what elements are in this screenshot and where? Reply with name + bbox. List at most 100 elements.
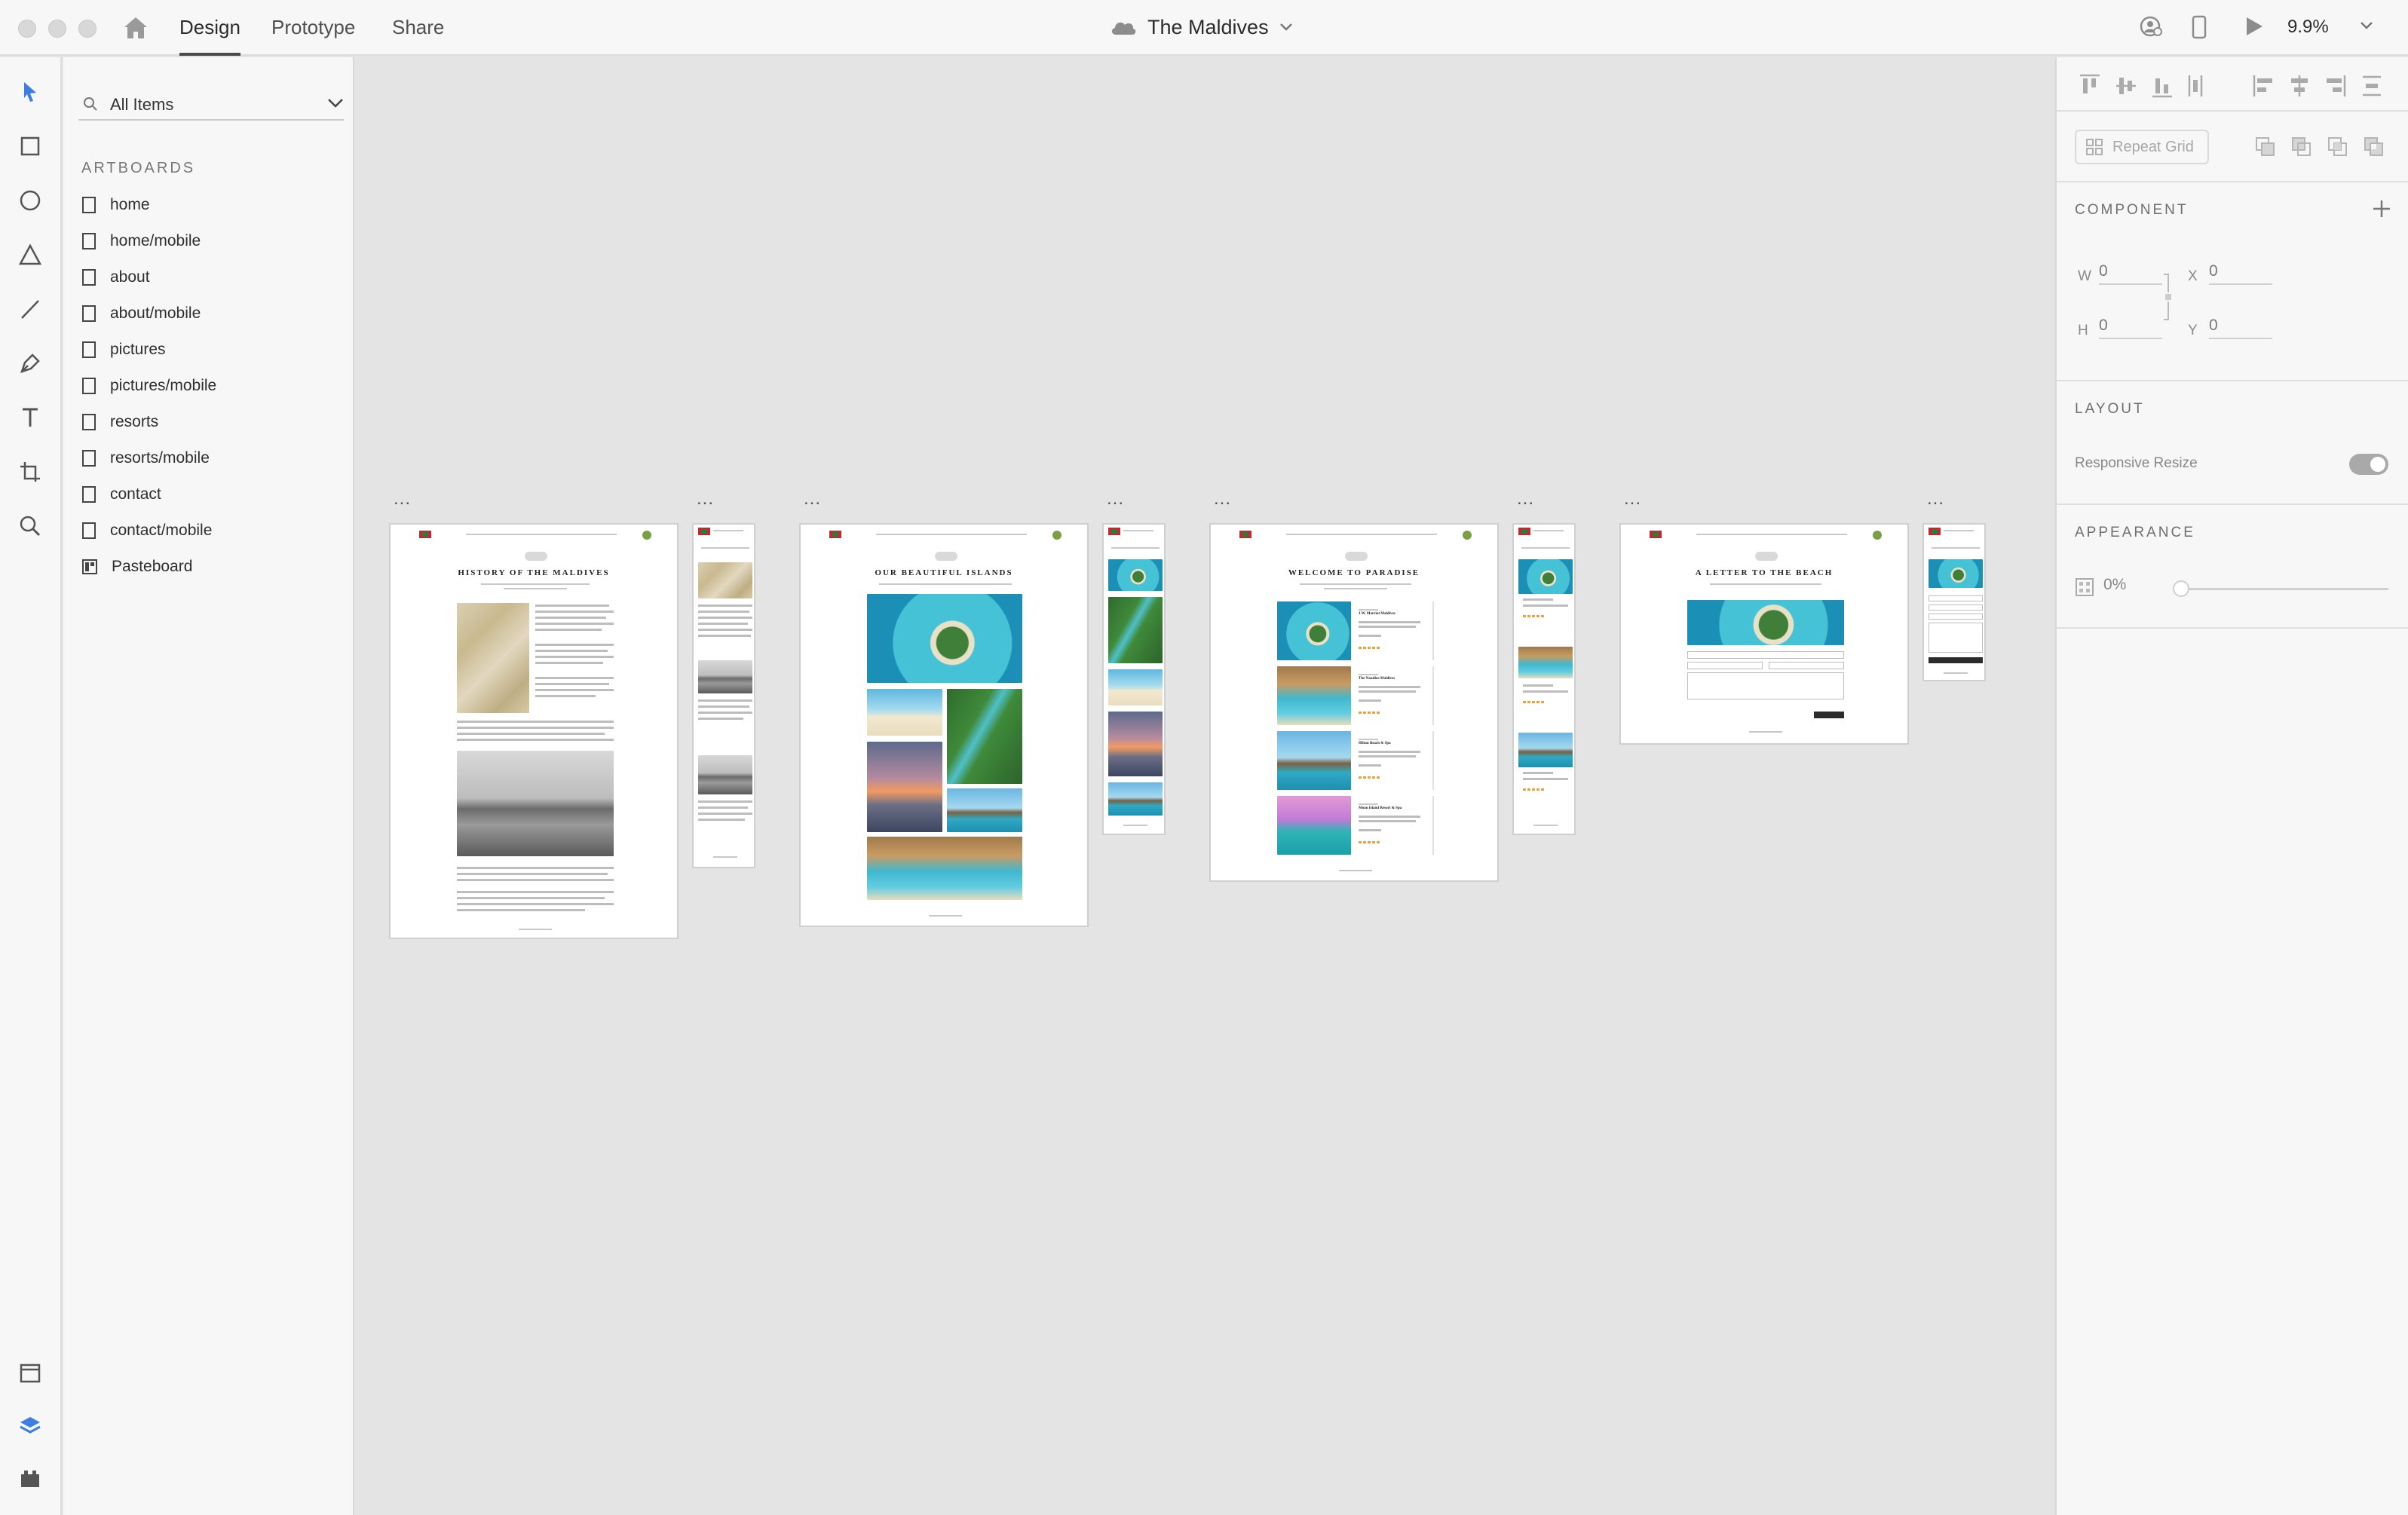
layer-item-home[interactable]: home — [81, 190, 150, 220]
artboard-icon — [82, 378, 96, 394]
width-input[interactable]: 0 — [2099, 262, 2162, 285]
window-minimize-button[interactable] — [48, 20, 66, 38]
layer-item-label: resorts — [110, 413, 159, 430]
opacity-input[interactable]: 0% — [2103, 576, 2156, 598]
add-component-icon[interactable] — [2370, 197, 2393, 220]
assets-icon[interactable] — [17, 1360, 44, 1387]
artboard-menu[interactable]: ... — [1927, 488, 1944, 510]
message-field[interactable] — [1929, 623, 1983, 653]
artboard-menu[interactable]: ... — [804, 488, 821, 510]
align-left-icon[interactable] — [2251, 71, 2275, 101]
height-input[interactable]: 0 — [2099, 317, 2162, 339]
artboard-menu[interactable]: ... — [1517, 488, 1534, 510]
flag-icon — [1518, 528, 1530, 535]
resort-card[interactable]: Moon Island Resort & Spa — [1277, 796, 1434, 855]
artboard-home-mobile[interactable] — [692, 523, 755, 868]
y-input[interactable]: 0 — [2209, 317, 2272, 339]
artboard-resorts-mobile[interactable] — [1512, 523, 1576, 835]
name-field[interactable] — [1929, 595, 1983, 601]
window-close-button[interactable] — [18, 20, 36, 38]
artboard-resorts[interactable]: WELCOME TO PARADISE J.W. Marriot Maldive… — [1209, 523, 1499, 882]
layer-item-pictures-mobile[interactable]: pictures/mobile — [81, 371, 216, 401]
home-icon[interactable] — [122, 15, 149, 41]
phone-field[interactable] — [1929, 614, 1983, 620]
artboard-icon — [82, 233, 96, 249]
artboard-menu[interactable]: ... — [1214, 488, 1231, 510]
device-preview-icon[interactable] — [2191, 15, 2207, 39]
layer-item-label: pictures — [110, 341, 166, 358]
zoom-icon[interactable] — [17, 513, 44, 540]
resort-card[interactable]: J.W. Marriot Maldives — [1277, 601, 1434, 660]
resort-card[interactable]: Hilton Beach & Spa — [1277, 731, 1434, 790]
artboard-pictures-mobile[interactable] — [1102, 523, 1166, 835]
rating-stars — [1359, 841, 1381, 843]
align-top-icon[interactable] — [2078, 71, 2102, 101]
layer-item-resorts[interactable]: resorts — [81, 407, 158, 437]
artboard-contact[interactable]: A LETTER TO THE BEACH — [1619, 523, 1909, 745]
message-field[interactable] — [1687, 672, 1844, 699]
send-button[interactable] — [1929, 657, 1983, 663]
align-bottom-icon[interactable] — [2150, 71, 2174, 101]
distribute-vertical-icon[interactable] — [2186, 71, 2204, 101]
layer-item-pictures[interactable]: pictures — [81, 335, 166, 365]
layer-item-contact[interactable]: contact — [81, 479, 161, 510]
document-title[interactable]: The Maldives — [1110, 14, 1293, 41]
polygon-icon[interactable] — [17, 241, 44, 268]
artboard-menu[interactable]: ... — [1107, 488, 1124, 510]
boolean-intersect-icon[interactable] — [2327, 136, 2349, 158]
boolean-subtract-icon[interactable] — [2290, 136, 2313, 158]
line-icon[interactable] — [17, 295, 44, 323]
align-center-icon[interactable] — [2287, 71, 2311, 101]
boolean-exclude-icon[interactable] — [2363, 136, 2385, 158]
artboard-menu[interactable]: ... — [394, 488, 411, 510]
text-icon[interactable] — [17, 404, 44, 431]
share-user-icon[interactable] — [2140, 15, 2162, 38]
opacity-slider-handle[interactable] — [2173, 580, 2189, 597]
layer-item-home-mobile[interactable]: home/mobile — [81, 226, 201, 256]
email-field[interactable] — [1929, 604, 1983, 611]
phone-field[interactable] — [1769, 662, 1844, 669]
zoom-level[interactable]: 9.9% — [2287, 17, 2329, 38]
ellipse-icon[interactable] — [17, 187, 44, 214]
distribute-horizontal-icon[interactable] — [2360, 71, 2384, 101]
resort-card[interactable]: The Nautilus Maldives — [1277, 666, 1434, 725]
email-field[interactable] — [1687, 662, 1763, 669]
lock-aspect-icon[interactable] — [2162, 273, 2171, 321]
design-canvas[interactable]: ... HISTORY OF THE MALDIVES ... ... OUR … — [356, 57, 2055, 1515]
align-right-icon[interactable] — [2324, 71, 2348, 101]
artboard-icon[interactable] — [17, 458, 44, 485]
tab-design[interactable]: Design — [179, 14, 240, 56]
tab-share[interactable]: Share — [392, 14, 444, 56]
select-icon[interactable] — [17, 78, 44, 106]
layer-item-contact-mobile[interactable]: contact/mobile — [81, 516, 212, 546]
align-middle-icon[interactable] — [2114, 71, 2138, 101]
responsive-resize-toggle[interactable] — [2349, 454, 2388, 475]
layer-item-resorts-mobile[interactable]: resorts/mobile — [81, 443, 210, 473]
layer-filter-dropdown[interactable]: All Items — [78, 86, 344, 121]
send-button[interactable] — [1814, 712, 1844, 718]
artboard-menu[interactable]: ... — [1624, 488, 1641, 510]
name-field[interactable] — [1687, 651, 1844, 659]
artboards-section-title: ARTBOARDS — [81, 160, 196, 176]
pen-icon[interactable] — [17, 350, 44, 377]
layers-icon[interactable] — [17, 1412, 44, 1440]
boolean-add-icon[interactable] — [2254, 136, 2277, 158]
artboard-contact-mobile[interactable] — [1922, 523, 1986, 681]
tab-prototype[interactable]: Prototype — [271, 14, 355, 56]
plugins-icon[interactable] — [17, 1465, 44, 1492]
x-input[interactable]: 0 — [2209, 262, 2272, 285]
artboard-pictures[interactable]: OUR BEAUTIFUL ISLANDS — [799, 523, 1089, 927]
rectangle-icon[interactable] — [17, 133, 44, 160]
layer-item-label: resorts/mobile — [110, 449, 210, 467]
opacity-slider-track[interactable] — [2179, 588, 2388, 590]
window-zoom-button[interactable] — [78, 20, 97, 38]
chevron-down-icon[interactable] — [2360, 21, 2373, 30]
layer-item-about-mobile[interactable]: about/mobile — [81, 298, 201, 329]
layer-item-pasteboard[interactable]: Pasteboard — [81, 552, 192, 582]
repeat-grid-button[interactable]: Repeat Grid — [2075, 130, 2209, 164]
artboard-menu[interactable]: ... — [697, 488, 714, 510]
island-river-image — [1108, 597, 1163, 663]
play-icon[interactable] — [2244, 15, 2265, 38]
artboard-home[interactable]: HISTORY OF THE MALDIVES — [389, 523, 679, 939]
layer-item-about[interactable]: about — [81, 262, 150, 292]
